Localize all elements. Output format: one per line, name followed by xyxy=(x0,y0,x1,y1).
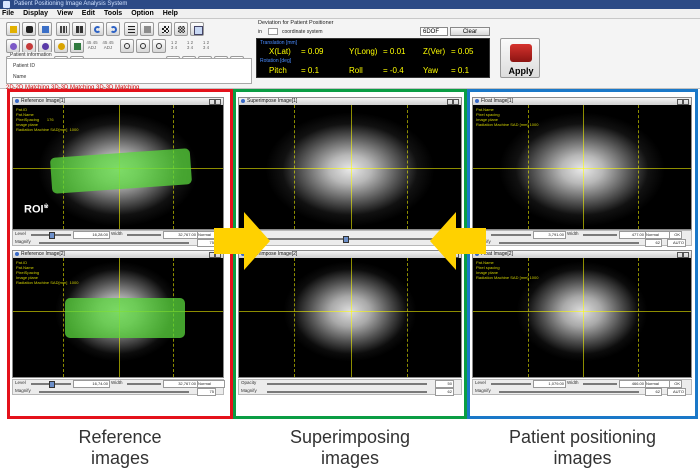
mosaic-button[interactable] xyxy=(174,22,188,36)
model-icon xyxy=(42,43,49,50)
apply-label: Apply xyxy=(508,66,534,76)
brain-icon xyxy=(10,43,17,50)
xray-icon xyxy=(42,26,49,33)
camera-icon xyxy=(26,26,33,33)
menu-help[interactable]: Help xyxy=(163,10,178,17)
compare-button[interactable] xyxy=(72,22,86,36)
patient-name-label: Name xyxy=(13,74,27,80)
y-long-label: Y(Long) xyxy=(349,47,378,56)
reference-frame xyxy=(7,89,233,419)
deviation-heading: Deviation for Patient Positioner xyxy=(258,20,334,26)
caption-reference-line2: images xyxy=(90,448,150,468)
coord-system-label: coordinate system xyxy=(282,29,323,35)
window-button[interactable] xyxy=(190,22,204,36)
xray-button[interactable] xyxy=(38,22,52,36)
caption-reference: Reference images xyxy=(7,427,233,469)
fit-button[interactable] xyxy=(152,39,166,53)
patient-info-panel: Patient information Patient ID Name xyxy=(6,52,252,84)
layout-icon xyxy=(60,26,67,33)
menu-view[interactable]: View xyxy=(57,10,73,17)
compare-icon xyxy=(76,26,83,33)
menu-file[interactable]: File xyxy=(2,10,14,17)
y-long-value: = 0.01 xyxy=(383,47,406,56)
select-button[interactable] xyxy=(140,22,154,36)
menu-tools[interactable]: Tools xyxy=(104,10,122,17)
mask-icon xyxy=(26,43,33,50)
mask-button[interactable] xyxy=(22,39,36,53)
grid-button[interactable] xyxy=(124,22,138,36)
zoom-out-button[interactable] xyxy=(136,39,150,53)
rotation-label: Rotation [deg] xyxy=(260,58,292,64)
window-icon xyxy=(194,26,203,35)
checker-icon xyxy=(162,26,169,33)
apply-button[interactable]: Apply xyxy=(500,38,540,78)
undo-icon xyxy=(94,26,101,33)
x-lat-value: = 0.09 xyxy=(301,47,324,56)
model-button[interactable] xyxy=(38,39,52,53)
rotate-button[interactable] xyxy=(54,39,68,53)
mosaic-icon xyxy=(178,26,185,33)
pitch-value: = 0.1 xyxy=(301,66,320,75)
roll-value: = -0.4 xyxy=(383,66,404,75)
undo-button[interactable] xyxy=(90,22,104,36)
pitch-label: Pitch xyxy=(269,66,287,75)
caption-positioning-line2: images xyxy=(553,448,612,468)
menu-option[interactable]: Option xyxy=(131,10,154,17)
redo-button[interactable] xyxy=(106,22,120,36)
step-2-text[interactable]: 1 23 4 xyxy=(184,40,196,50)
arrow-left-icon xyxy=(430,212,486,270)
app-icon xyxy=(3,1,10,8)
image-button[interactable] xyxy=(70,39,84,53)
positioning-frame xyxy=(467,89,698,419)
dof-select[interactable]: 6DOF xyxy=(420,27,448,36)
z-ver-label: Z(Ver) xyxy=(423,47,446,56)
zoom-out-icon xyxy=(140,43,146,49)
patient-info-heading: Patient information xyxy=(10,52,52,58)
step-ap-text[interactable]: 45 45 ADJ xyxy=(86,40,98,50)
arrow-right-icon xyxy=(214,212,270,270)
redo-icon xyxy=(110,26,117,33)
x-lat-label: X(Lat) xyxy=(269,47,291,56)
deviation-readout: Translation [mm] X(Lat) = 0.09 Y(Long) =… xyxy=(256,38,490,78)
in-label: in xyxy=(258,29,262,35)
caption-reference-line1: Reference xyxy=(78,427,162,447)
open-button[interactable] xyxy=(6,22,20,36)
yaw-label: Yaw xyxy=(423,66,438,75)
caption-positioning-line1: Patient positioning xyxy=(508,427,657,447)
menu-display[interactable]: Display xyxy=(23,10,48,17)
caption-superimposing: Superimposing images xyxy=(233,427,467,469)
step-3-text[interactable]: 1 23 4 xyxy=(200,40,212,50)
window-title: Patient Positioning Image Analysis Syste… xyxy=(14,1,128,7)
yaw-value: = 0.1 xyxy=(451,66,470,75)
image-icon xyxy=(74,43,81,50)
window-titlebar: Patient Positioning Image Analysis Syste… xyxy=(0,0,700,9)
grid-icon xyxy=(128,26,135,33)
zoom-in-button[interactable] xyxy=(120,39,134,53)
coordinate-dropdown[interactable] xyxy=(268,28,278,35)
caption-superimposing-line1: Superimposing xyxy=(289,427,411,447)
menu-edit[interactable]: Edit xyxy=(82,10,95,17)
folder-icon xyxy=(10,26,17,33)
apply-icon xyxy=(510,44,532,62)
zoom-in-icon xyxy=(124,43,130,49)
rotate-icon xyxy=(58,43,65,50)
z-ver-value: = 0.05 xyxy=(451,47,474,56)
caption-superimposing-line2: images xyxy=(320,448,380,468)
clear-button[interactable]: Clear xyxy=(450,27,490,36)
step-lr-text[interactable]: 45 45 ADJ xyxy=(102,40,114,50)
translation-label: Translation [mm] xyxy=(260,40,298,46)
caption-positioning: Patient positioning images xyxy=(467,427,698,469)
fit-icon xyxy=(156,43,162,49)
menu-bar: File Display View Edit Tools Option Help xyxy=(0,9,700,19)
layout-button[interactable] xyxy=(56,22,70,36)
patient-id-label: Patient ID xyxy=(13,63,35,69)
step-1-text[interactable]: 1 23 4 xyxy=(168,40,180,50)
roll-label: Roll xyxy=(349,66,363,75)
camera-button[interactable] xyxy=(22,22,36,36)
checker-button[interactable] xyxy=(158,22,172,36)
cursor-icon xyxy=(144,26,151,33)
brain-button[interactable] xyxy=(6,39,20,53)
